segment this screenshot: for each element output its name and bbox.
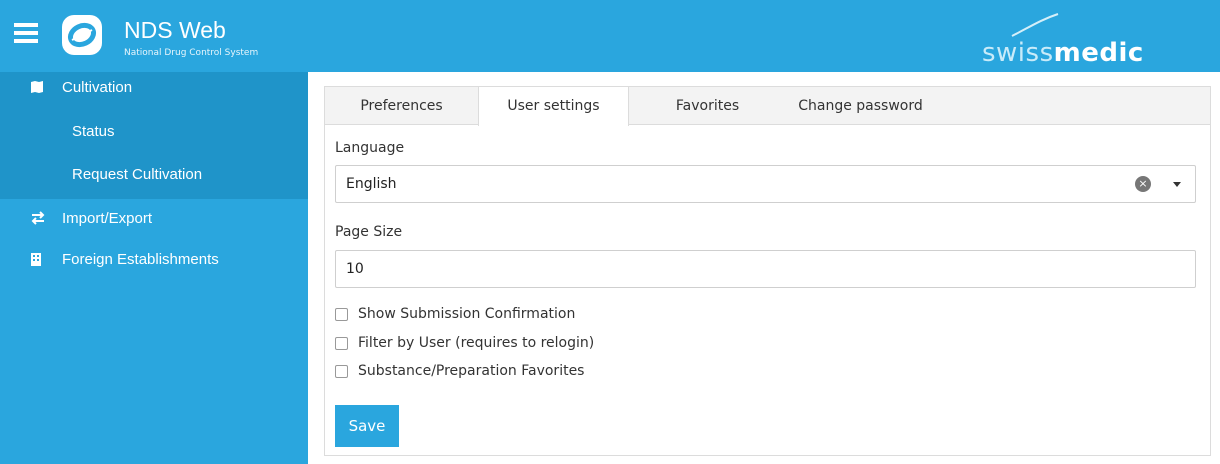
sidebar-item-label: Request Cultivation <box>72 166 203 183</box>
page-size-value: 10 <box>346 261 364 277</box>
sidebar-item-label: Status <box>72 123 115 140</box>
checkbox-label: Substance/Preparation Favorites <box>358 363 585 379</box>
sidebar-item-label: Cultivation <box>62 79 133 96</box>
page-size-input[interactable]: 10 <box>335 250 1196 288</box>
language-select[interactable]: English × <box>335 165 1196 203</box>
tab-favorites[interactable]: Favorites <box>629 87 786 125</box>
app-title: NDS Web <box>124 17 226 43</box>
nds-logo-icon <box>62 15 102 55</box>
tab-user-settings[interactable]: User settings <box>478 87 629 126</box>
tab-change-password[interactable]: Change password <box>786 87 935 125</box>
sidebar-item-label: Import/Export <box>62 210 153 227</box>
swissmedic-logo: swissmedic <box>982 38 1144 68</box>
checkbox[interactable] <box>335 307 348 321</box>
checkbox-row-filter-by-user[interactable]: Filter by User (requires to relogin) <box>335 335 594 351</box>
swissmedic-swoosh-icon <box>1011 13 1059 37</box>
brand-bold-text: medic <box>1053 38 1144 68</box>
exchange-icon <box>30 211 46 227</box>
building-icon <box>30 252 46 268</box>
checkbox-label: Show Submission Confirmation <box>358 306 576 322</box>
app-subtitle: National Drug Control System <box>124 48 259 58</box>
page-size-label: Page Size <box>335 224 403 240</box>
clear-icon[interactable]: × <box>1135 176 1151 192</box>
checkbox[interactable] <box>335 336 348 350</box>
checkbox[interactable] <box>335 364 348 378</box>
language-label: Language <box>335 140 405 156</box>
hamburger-menu-icon[interactable] <box>14 23 38 43</box>
language-value: English <box>346 176 397 192</box>
map-icon <box>30 80 46 96</box>
checkbox-row-substance-preparation-favorites[interactable]: Substance/Preparation Favorites <box>335 363 584 379</box>
settings-panel: Preferences User settings Favorites Chan… <box>324 86 1211 456</box>
tab-preferences[interactable]: Preferences <box>325 87 478 125</box>
tab-bar: Preferences User settings Favorites Chan… <box>325 87 1210 126</box>
sidebar-item-label: Foreign Establishments <box>62 251 219 268</box>
checkbox-label: Filter by User (requires to relogin) <box>358 335 595 351</box>
brand-light-text: swiss <box>982 38 1054 68</box>
checkbox-row-show-submission-confirmation[interactable]: Show Submission Confirmation <box>335 306 575 322</box>
chevron-down-icon[interactable] <box>1173 182 1181 187</box>
top-header: NDS Web National Drug Control System swi… <box>0 0 1220 72</box>
save-button[interactable]: Save <box>335 405 399 447</box>
